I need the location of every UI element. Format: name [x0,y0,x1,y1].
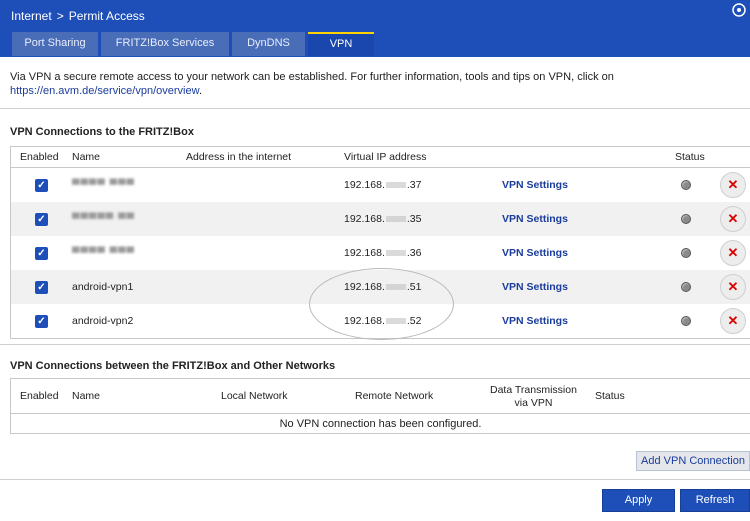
col-header-data-line2: via VPN [514,397,553,409]
col-header-enabled: Enabled [20,390,59,402]
tab-dyndns[interactable]: DynDNS [232,32,305,56]
status-indicator [681,180,691,190]
table-row: ✓ ▀▀▀▀ ▀▀▀ 192.168. .37 VPN Settings ✕ [11,168,750,202]
ip-redaction [385,216,406,223]
virtual-ip: 192.168. .35 [344,213,421,225]
divider [0,344,750,345]
section-title-other-networks: VPN Connections between the FRITZ!Box an… [10,360,336,372]
enabled-checkbox[interactable]: ✓ [35,246,48,260]
breadcrumb-permit-access: Permit Access [68,9,145,23]
col-header-name: Name [72,151,101,163]
col-header-remote-network: Remote Network [355,390,434,402]
delete-connection-button[interactable]: ✕ [720,172,746,198]
help-icon[interactable] [732,3,746,17]
delete-connection-button[interactable]: ✕ [720,274,746,300]
table-header: Enabled Name Local Network Remote Networ… [11,379,750,414]
vpn-overview-link[interactable]: https://en.avm.de/service/vpn/overview [10,85,199,97]
intro-text-body: Via VPN a secure remote access to your n… [10,71,614,83]
add-vpn-connection-button[interactable]: Add VPN Connection [636,451,750,471]
ip-redaction [385,250,406,257]
col-header-status: Status [595,390,625,402]
breadcrumb-separator: > [56,9,64,23]
page-header: Internet > Permit Access Port Sharing FR… [0,0,750,57]
empty-state-message: No VPN connection has been configured. [279,418,482,430]
vpn-settings-link[interactable]: VPN Settings [502,179,568,191]
other-networks-table: Enabled Name Local Network Remote Networ… [10,378,750,434]
tab-bar: Port Sharing FRITZ!Box Services DynDNS V… [12,32,374,56]
delete-connection-button[interactable]: ✕ [720,240,746,266]
section-title-vpn-connections: VPN Connections to the FRITZ!Box [10,126,194,138]
status-indicator [681,214,691,224]
breadcrumb: Internet > Permit Access [11,9,145,23]
vpn-settings-link[interactable]: VPN Settings [502,315,568,327]
refresh-button[interactable]: Refresh [680,489,750,512]
apply-button[interactable]: Apply [602,489,675,512]
delete-connection-button[interactable]: ✕ [720,206,746,232]
virtual-ip-prefix: 192.168. [344,179,385,191]
table-row: ✓ ▀▀▀▀▀ ▀▀ 192.168. .35 VPN Settings ✕ [11,202,750,236]
enabled-checkbox[interactable]: ✓ [35,314,48,328]
connection-name-redacted: ▀▀▀▀ ▀▀▀ [72,179,135,191]
virtual-ip-suffix: .35 [406,213,422,225]
table-header: Enabled Name Address in the internet Vir… [11,147,750,168]
col-header-virtual-ip: Virtual IP address [344,151,427,163]
enabled-checkbox[interactable]: ✓ [35,178,48,192]
annotation-ellipse [309,268,454,340]
connection-name-redacted: ▀▀▀▀ ▀▀▀ [72,247,135,259]
virtual-ip-prefix: 192.168. [344,247,385,259]
enabled-checkbox[interactable]: ✓ [35,212,48,226]
col-header-status: Status [675,151,705,163]
table-row: ✓ ▀▀▀▀ ▀▀▀ 192.168. .36 VPN Settings ✕ [11,236,750,270]
vpn-settings-link[interactable]: VPN Settings [502,247,568,259]
divider [0,108,750,109]
virtual-ip-suffix: .36 [406,247,422,259]
col-header-enabled: Enabled [20,151,59,163]
col-header-data-line1: Data Transmission [490,384,577,396]
virtual-ip-prefix: 192.168. [344,213,385,225]
intro-text: Via VPN a secure remote access to your n… [10,70,730,98]
breadcrumb-internet[interactable]: Internet [11,9,52,23]
col-header-address: Address in the internet [186,151,292,163]
delete-connection-button[interactable]: ✕ [720,308,746,334]
tab-fritzbox-services[interactable]: FRITZ!Box Services [101,32,229,56]
tab-vpn[interactable]: VPN [308,32,374,56]
connection-name: android-vpn2 [72,315,134,327]
connection-name-redacted: ▀▀▀▀▀ ▀▀ [72,213,135,225]
virtual-ip: 192.168. .36 [344,247,421,259]
status-indicator [681,248,691,258]
col-header-name: Name [72,390,101,402]
tab-port-sharing[interactable]: Port Sharing [12,32,98,56]
virtual-ip-suffix: .37 [406,179,422,191]
status-indicator [681,316,691,326]
connection-name: android-vpn1 [72,281,134,293]
col-header-data-transmission: Data Transmission via VPN [490,384,577,410]
ip-redaction [385,182,406,189]
intro-text-end: . [198,85,202,97]
enabled-checkbox[interactable]: ✓ [35,280,48,294]
virtual-ip: 192.168. .37 [344,179,421,191]
col-header-local-network: Local Network [221,390,288,402]
vpn-settings-link[interactable]: VPN Settings [502,281,568,293]
vpn-settings-link[interactable]: VPN Settings [502,213,568,225]
divider [0,479,750,480]
status-indicator [681,282,691,292]
